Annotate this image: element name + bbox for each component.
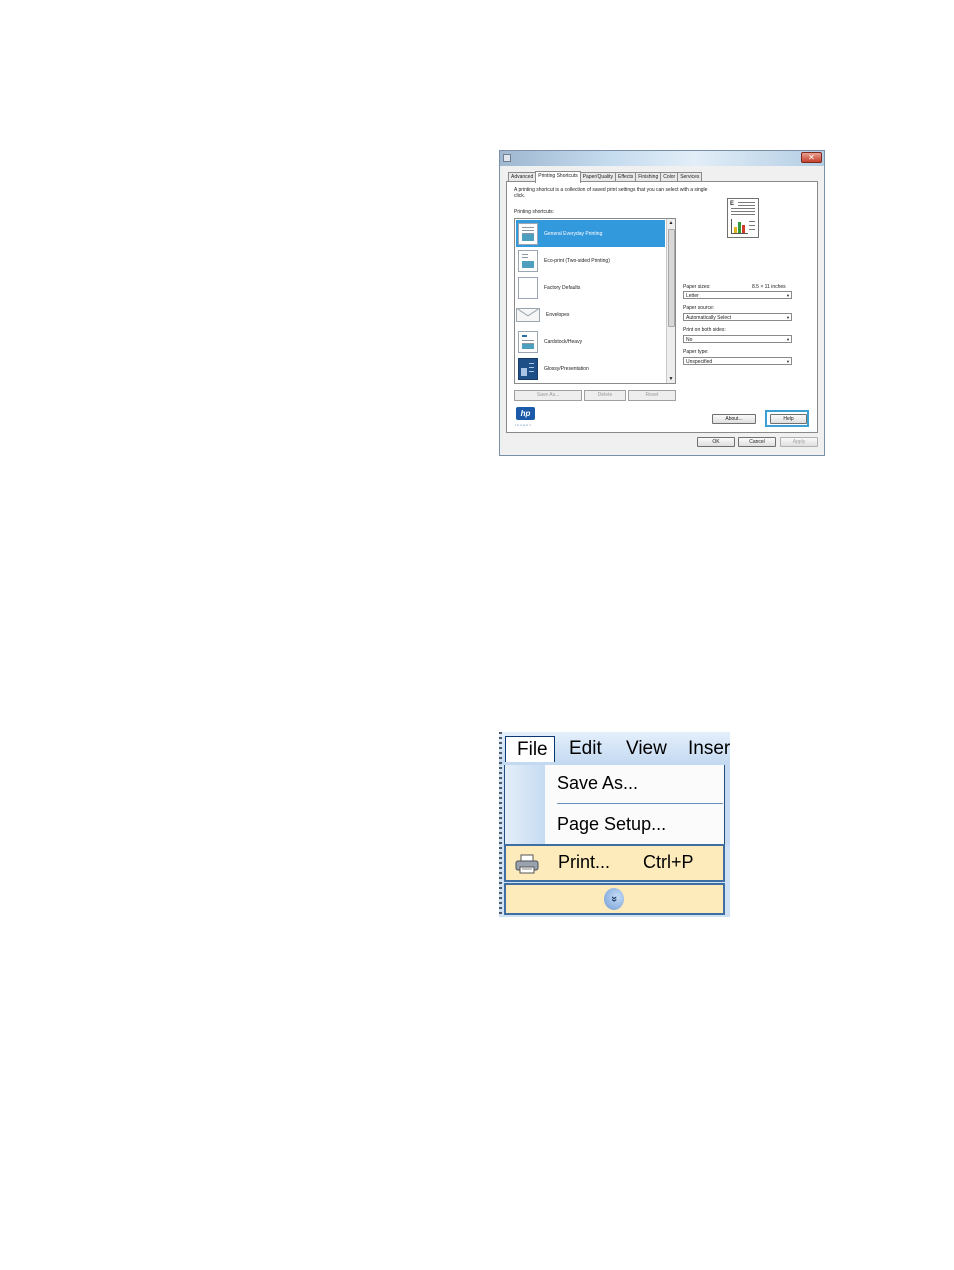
- reset-button[interactable]: Reset: [628, 390, 676, 401]
- delete-button[interactable]: Delete: [584, 390, 626, 401]
- shortcut-general-everyday-printing[interactable]: General Everyday Printing: [516, 220, 665, 247]
- print-both-sides-select[interactable]: No ▼: [683, 335, 792, 343]
- dialog-title-bar[interactable]: ✕: [500, 151, 824, 166]
- paper-source-value: Automatically Select: [686, 315, 732, 321]
- scroll-up-icon[interactable]: ▲: [667, 219, 675, 227]
- hp-logo-icon: hp: [516, 407, 535, 420]
- printer-icon: [515, 854, 539, 874]
- menu-item-print[interactable]: Print... Ctrl+P: [504, 844, 725, 882]
- scroll-thumb[interactable]: [668, 229, 675, 327]
- menu-item-page-setup[interactable]: Page Setup...: [557, 814, 666, 835]
- paper-size-select[interactable]: Letter ▼: [683, 291, 792, 299]
- menu-expand-row[interactable]: »: [504, 883, 725, 915]
- paper-type-value: Unspecified: [686, 359, 713, 365]
- paper-source-label: Paper source:: [683, 305, 715, 311]
- blank-page-icon: [518, 276, 538, 299]
- tab-printing-shortcuts[interactable]: Printing Shortcuts: [535, 171, 581, 183]
- paper-sizes-label: Paper sizes:: [683, 284, 711, 290]
- chevron-down-icon: ▼: [786, 359, 790, 364]
- print-both-sides-label: Print on both sides:: [683, 327, 726, 333]
- menu-insert[interactable]: Inser: [688, 736, 730, 762]
- menu-separator: [557, 803, 723, 804]
- chevron-down-icon: ▼: [786, 315, 790, 320]
- shortcut-envelopes[interactable]: Envelopes: [516, 301, 665, 328]
- paper-type-select[interactable]: Unspecified ▼: [683, 357, 792, 365]
- print-shortcut: Ctrl+P: [643, 852, 694, 872]
- file-menu-dropdown: Save As... Page Setup...: [504, 765, 725, 845]
- shortcut-label: General Everyday Printing: [544, 230, 603, 237]
- apply-button[interactable]: Apply: [780, 437, 818, 447]
- cancel-button[interactable]: Cancel: [738, 437, 776, 447]
- shortcut-label: Glossy/Presentation: [544, 365, 589, 372]
- shortcut-label: Cardstock/Heavy: [544, 338, 583, 345]
- menu-icon-gutter: [505, 765, 545, 844]
- double-chevron-down-icon[interactable]: »: [604, 888, 624, 910]
- scroll-down-icon[interactable]: ▼: [667, 375, 675, 383]
- printing-shortcuts-label: Printing shortcuts:: [514, 209, 555, 215]
- save-as-button[interactable]: Save As...: [514, 390, 582, 401]
- printer-window-icon: [503, 154, 511, 162]
- menu-view[interactable]: View: [626, 736, 667, 762]
- chevron-down-icon: ▼: [786, 337, 790, 342]
- shortcut-label: Envelopes: [546, 311, 570, 318]
- shortcut-list-scrollbar[interactable]: ▲ ▼: [666, 219, 675, 383]
- print-label: Print...: [558, 852, 611, 872]
- two-sided-document-icon: [518, 249, 538, 272]
- glossy-presentation-icon: [518, 357, 538, 380]
- paper-size-dimensions: 8.5 × 11 inches: [752, 284, 786, 290]
- toolbar-background: [725, 765, 730, 845]
- menu-edit[interactable]: Edit: [569, 736, 602, 762]
- about-button[interactable]: About...: [712, 414, 756, 424]
- shortcut-factory-defaults[interactable]: Factory Defaults: [516, 274, 665, 301]
- paper-size-value: Letter: [686, 293, 699, 299]
- shortcut-label: Eco-print (Two-sided Printing): [544, 257, 610, 264]
- toolbar-grip: [499, 732, 502, 917]
- cardstock-icon: [518, 330, 538, 353]
- menu-bar: File Edit View Inser: [499, 732, 730, 765]
- paper-source-select[interactable]: Automatically Select ▼: [683, 313, 792, 321]
- chevron-down-icon: ▼: [786, 293, 790, 298]
- printing-preferences-dialog: ✕ Advanced Printing Shortcuts Paper/Qual…: [499, 150, 825, 456]
- menu-file[interactable]: File: [505, 736, 555, 762]
- shortcut-cardstock-heavy[interactable]: Cardstock/Heavy: [516, 328, 665, 355]
- file-menu-screenshot: File Edit View Inser Save As... Page Set…: [499, 732, 730, 917]
- ok-button[interactable]: OK: [697, 437, 735, 447]
- shortcut-glossy-presentation[interactable]: Glossy/Presentation: [516, 355, 665, 382]
- shortcut-description: A printing shortcut is a collection of s…: [514, 187, 708, 199]
- document-icon: [518, 222, 538, 245]
- help-button-highlight: [765, 410, 809, 427]
- close-button[interactable]: ✕: [801, 152, 822, 163]
- printing-shortcuts-panel: A printing shortcut is a collection of s…: [506, 181, 818, 433]
- shortcut-eco-print[interactable]: Eco-print (Two-sided Printing): [516, 247, 665, 274]
- page-preview: E: [727, 198, 759, 238]
- preview-header-icon: E: [730, 201, 735, 207]
- printing-shortcuts-list[interactable]: General Everyday Printing Eco-print (Two…: [514, 218, 676, 384]
- hp-tagline: invent: [515, 423, 533, 427]
- paper-type-label: Paper type:: [683, 349, 709, 355]
- menu-item-save-as[interactable]: Save As...: [557, 773, 638, 794]
- preview-chart-icon: [731, 219, 748, 234]
- shortcut-label: Factory Defaults: [544, 284, 581, 291]
- print-both-sides-value: No: [686, 337, 693, 343]
- envelope-icon: [516, 307, 540, 322]
